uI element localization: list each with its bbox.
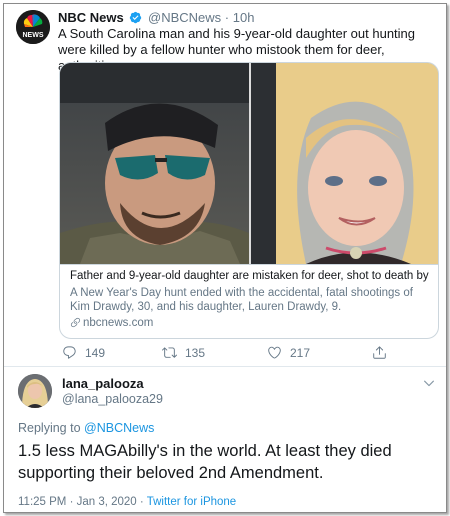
tweet-time[interactable]: 10h [233, 10, 255, 25]
verified-icon [130, 11, 142, 24]
reply-author-handle[interactable]: @lana_palooza29 [62, 392, 163, 406]
tweet-actions: 149 135 217 [62, 345, 392, 361]
like-button[interactable]: 217 [267, 345, 310, 360]
retweet-icon [162, 347, 177, 358]
nbc-news-avatar[interactable]: NEWS [16, 10, 50, 44]
replying-to-mention[interactable]: @NBCNews [84, 421, 154, 435]
replying-to-prefix: Replying to [18, 421, 81, 435]
reply-source[interactable]: Twitter for iPhone [147, 496, 236, 508]
tweet-separator [4, 366, 446, 367]
reply-button[interactable]: 149 [62, 345, 105, 360]
tweet-menu-button[interactable] [422, 376, 436, 390]
card-photo-girl [251, 63, 438, 264]
retweet-count: 135 [185, 345, 206, 360]
card-link[interactable]: nbcnews.com [70, 317, 153, 329]
reply-icon [63, 346, 76, 359]
card-divider [60, 264, 438, 265]
share-icon [373, 346, 386, 359]
card-image [60, 63, 438, 264]
nbc-peacock-icon: NEWS [16, 10, 50, 44]
reply-author-avatar[interactable] [18, 374, 52, 408]
like-icon [268, 346, 281, 359]
link-card[interactable]: Father and 9-year-old daughter are mista… [59, 62, 439, 339]
reply-author-name[interactable]: lana_palooza [62, 376, 144, 391]
account-name[interactable]: NBC News [58, 10, 124, 25]
nbc-logo-text: NEWS [23, 32, 44, 39]
account-handle[interactable]: @NBCNews [148, 10, 221, 25]
chevron-down-icon [424, 380, 434, 387]
reply-timestamp[interactable]: 11:25 PM · Jan 3, 2020 · [18, 496, 147, 508]
reply-tweet-text: 1.5 less MAGAbilly's in the world. At le… [18, 442, 392, 482]
reply-tweet-meta: 11:25 PM · Jan 3, 2020 · Twitter for iPh… [18, 496, 236, 508]
quoted-tweet[interactable]: NEWS NBC News @NBCNews · 10h A South Car… [4, 4, 446, 366]
quoted-tweet-header: NBC News @NBCNews · 10h [58, 10, 254, 25]
separator-dot: · [224, 10, 230, 25]
replying-to-line: Replying to @NBCNews [18, 421, 154, 435]
screenshot-frame: NEWS NBC News @NBCNews · 10h A South Car… [3, 3, 447, 513]
like-count: 217 [290, 345, 311, 360]
reply-count: 149 [85, 345, 106, 360]
card-photo-man [60, 63, 249, 264]
card-title: Father and 9-year-old daughter are mista… [70, 270, 432, 282]
link-icon [70, 317, 81, 328]
card-description: A New Year's Day hunt ended with the acc… [70, 287, 413, 313]
share-button[interactable] [372, 345, 395, 360]
retweet-button[interactable]: 135 [162, 345, 205, 360]
card-link-text[interactable]: nbcnews.com [83, 317, 153, 329]
